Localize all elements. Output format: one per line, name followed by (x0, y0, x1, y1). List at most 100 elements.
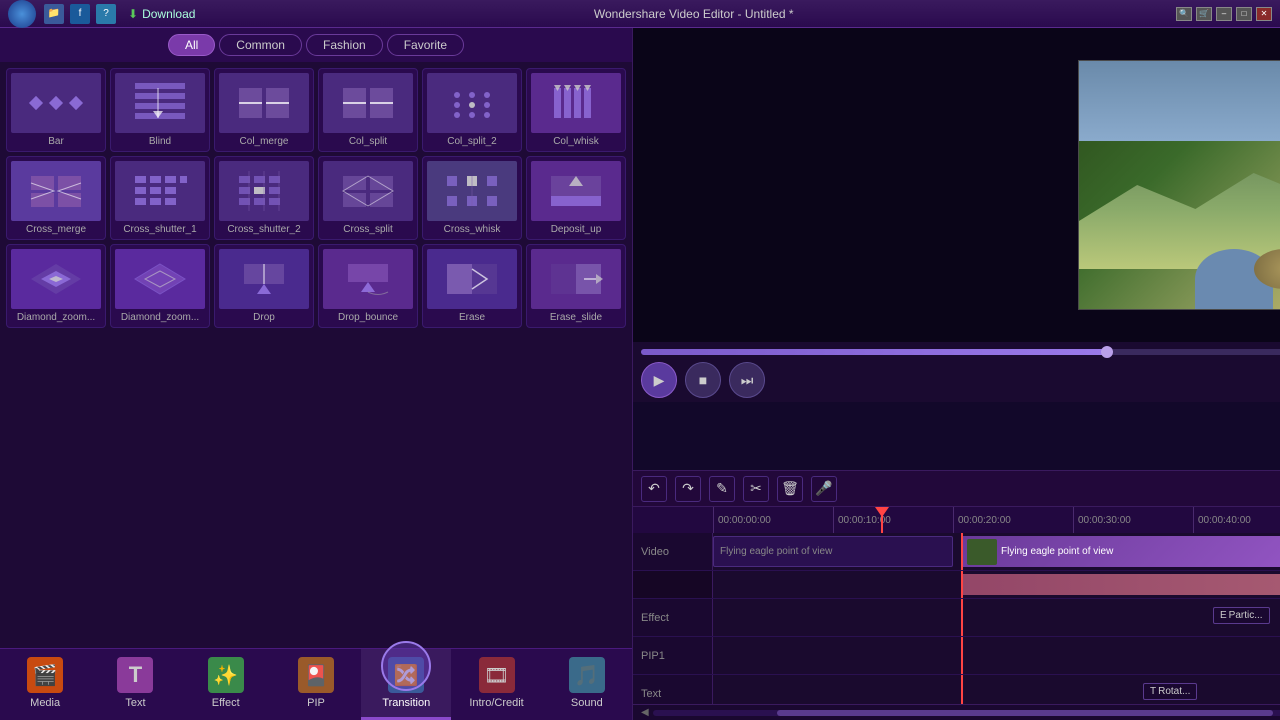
tab-text[interactable]: T Text (90, 649, 180, 720)
nav-icons: 📁 f ? (44, 4, 116, 24)
text-playhead (961, 675, 963, 704)
download-button[interactable]: ⬇ Download (128, 7, 195, 21)
scroll-track-horizontal[interactable] (653, 710, 1280, 716)
toolbar-tabs: 🎬 Media T Text ✨ Effect 🎴 PIP 🔀 Transiti… (0, 648, 632, 720)
transition-col-split-label: Col_split (349, 136, 387, 147)
tab-sound[interactable]: 🎵 Sound (542, 649, 632, 720)
tab-effect[interactable]: ✨ Effect (181, 649, 271, 720)
transition-cross-shutter1[interactable]: Cross_shutter_1 (110, 156, 210, 240)
transition-cross-whisk-label: Cross_whisk (444, 224, 501, 235)
filter-tab-common[interactable]: Common (219, 34, 302, 56)
facebook-icon[interactable]: f (70, 4, 90, 24)
transition-cross-shutter2[interactable]: Cross_shutter_2 (214, 156, 314, 240)
transition-blind-label: Blind (149, 136, 171, 147)
timeline-ruler: 00:00:00:00 00:00:10:00 00:00:20:00 00:0… (633, 507, 1280, 533)
scroll-thumb-horizontal[interactable] (777, 710, 1273, 716)
transition-deposit-up-thumb (531, 161, 621, 221)
play-button[interactable]: ▶ (641, 362, 677, 398)
text-chip[interactable]: T Rotat... (1143, 683, 1197, 700)
transition-col-merge[interactable]: Col_merge (214, 68, 314, 152)
timeline-tracks: Video Flying eagle point of view Flying … (633, 533, 1280, 704)
tab-intro[interactable]: 🎞 Intro/Credit (451, 649, 541, 720)
tab-transition[interactable]: 🔀 Transition (361, 649, 451, 720)
minimize-button[interactable]: – (1216, 7, 1232, 21)
transitions-grid: Bar Blind (0, 62, 632, 648)
effect-track-row: Effect E Partic... (633, 599, 1280, 637)
filter-tab-all[interactable]: All (168, 34, 215, 56)
transition-col-whisk[interactable]: Col_whisk (526, 68, 626, 152)
stop-button[interactable]: ■ (685, 362, 721, 398)
folder-icon[interactable]: 📁 (44, 4, 64, 24)
help-icon[interactable]: ? (96, 4, 116, 24)
tab-media-label: Media (30, 697, 60, 709)
video-track-label: Video (633, 533, 713, 570)
tab-text-label: Text (125, 697, 145, 709)
transition-diamond-zoom2-thumb (115, 249, 205, 309)
progress-thumb[interactable] (1101, 346, 1113, 358)
cut-button[interactable]: ✂ (743, 476, 769, 502)
effect-track-playhead (961, 599, 963, 636)
transition-drop[interactable]: Drop (214, 244, 314, 328)
maximize-button[interactable]: □ (1236, 7, 1252, 21)
search-icon[interactable]: 🔍 (1176, 7, 1192, 21)
effect-segment-pink[interactable] (961, 574, 1280, 595)
playback-controls: 00:00:27 / 00:01:18 ▶ ■ ⏭ 📷 ⛶ 🔊 (633, 342, 1280, 402)
dark-segment-label: Flying eagle point of view (720, 546, 832, 557)
pip-track-label: PIP1 (633, 637, 713, 674)
transition-col-split2[interactable]: Col_split_2 (422, 68, 522, 152)
transition-bar[interactable]: Bar (6, 68, 106, 152)
delete-button[interactable]: 🗑 (777, 476, 803, 502)
tab-pip[interactable]: 🎴 PIP (271, 649, 361, 720)
transition-drop-bounce[interactable]: Drop_bounce (318, 244, 418, 328)
filter-tab-fashion[interactable]: Fashion (306, 34, 383, 56)
effect-chip[interactable]: E Partic... (1213, 607, 1270, 624)
tab-transition-label: Transition (382, 697, 430, 709)
transition-blind[interactable]: Blind (110, 68, 210, 152)
main-segment-label: Flying eagle point of view (1001, 546, 1113, 557)
effect-subtrack-content (713, 571, 1280, 598)
transition-blind-thumb (115, 73, 205, 133)
filter-tabs: All Common Fashion Favorite (0, 28, 632, 62)
transition-cross-merge-thumb (11, 161, 101, 221)
undo-button[interactable]: ↶ (641, 476, 667, 502)
scroll-left-button[interactable]: ◀ (637, 705, 653, 720)
effect-subtrack-row (633, 571, 1280, 599)
transition-deposit-up[interactable]: Deposit_up (526, 156, 626, 240)
transition-erase-slide-thumb (531, 249, 621, 309)
cart-icon[interactable]: 🛒 (1196, 7, 1212, 21)
record-button[interactable]: 🎤 (811, 476, 837, 502)
transition-col-split[interactable]: Col_split (318, 68, 418, 152)
transition-cross-merge[interactable]: Cross_merge (6, 156, 106, 240)
titlebar: 📁 f ? ⬇ Download Wondershare Video Edito… (0, 0, 1280, 28)
transition-erase-slide[interactable]: Erase_slide (526, 244, 626, 328)
video-track-row: Video Flying eagle point of view Flying … (633, 533, 1280, 571)
effect-track-content: E Partic... (713, 599, 1280, 636)
right-panel: 00:00:27 / 00:01:18 ▶ ■ ⏭ 📷 ⛶ 🔊 ⚙ Create (633, 28, 1280, 720)
transition-cross-whisk[interactable]: Cross_whisk (422, 156, 522, 240)
pip-track-row: PIP1 (633, 637, 1280, 675)
video-segment-dark[interactable]: Flying eagle point of view (713, 536, 953, 567)
left-panel: All Common Fashion Favorite Bar (0, 28, 633, 720)
ruler-playhead (881, 507, 883, 533)
create-btn-container: ⚙ Create (633, 402, 1280, 470)
transition-col-whisk-thumb (531, 73, 621, 133)
transition-diamond-zoom2[interactable]: Diamond_zoom... (110, 244, 210, 328)
transition-diamond-zoom1[interactable]: Diamond_zoom... (6, 244, 106, 328)
edit-button[interactable]: ✎ (709, 476, 735, 502)
redo-button[interactable]: ↷ (675, 476, 701, 502)
text-chip-label: Rotat... (1158, 686, 1190, 697)
transition-bar-thumb (11, 73, 101, 133)
step-forward-button[interactable]: ⏭ (729, 362, 765, 398)
preview-sky (1079, 61, 1280, 141)
transition-diamond-zoom1-label: Diamond_zoom... (17, 312, 95, 323)
preview-area (633, 28, 1280, 342)
transition-erase[interactable]: Erase (422, 244, 522, 328)
text-chip-icon: T (1150, 686, 1156, 697)
tab-media[interactable]: 🎬 Media (0, 649, 90, 720)
tab-effect-label: Effect (212, 697, 240, 709)
video-segment-main[interactable]: Flying eagle point of view (961, 536, 1280, 567)
transition-cross-split[interactable]: Cross_split (318, 156, 418, 240)
progress-bar[interactable] (641, 349, 1280, 355)
close-button[interactable]: ✕ (1256, 7, 1272, 21)
filter-tab-favorite[interactable]: Favorite (387, 34, 464, 56)
